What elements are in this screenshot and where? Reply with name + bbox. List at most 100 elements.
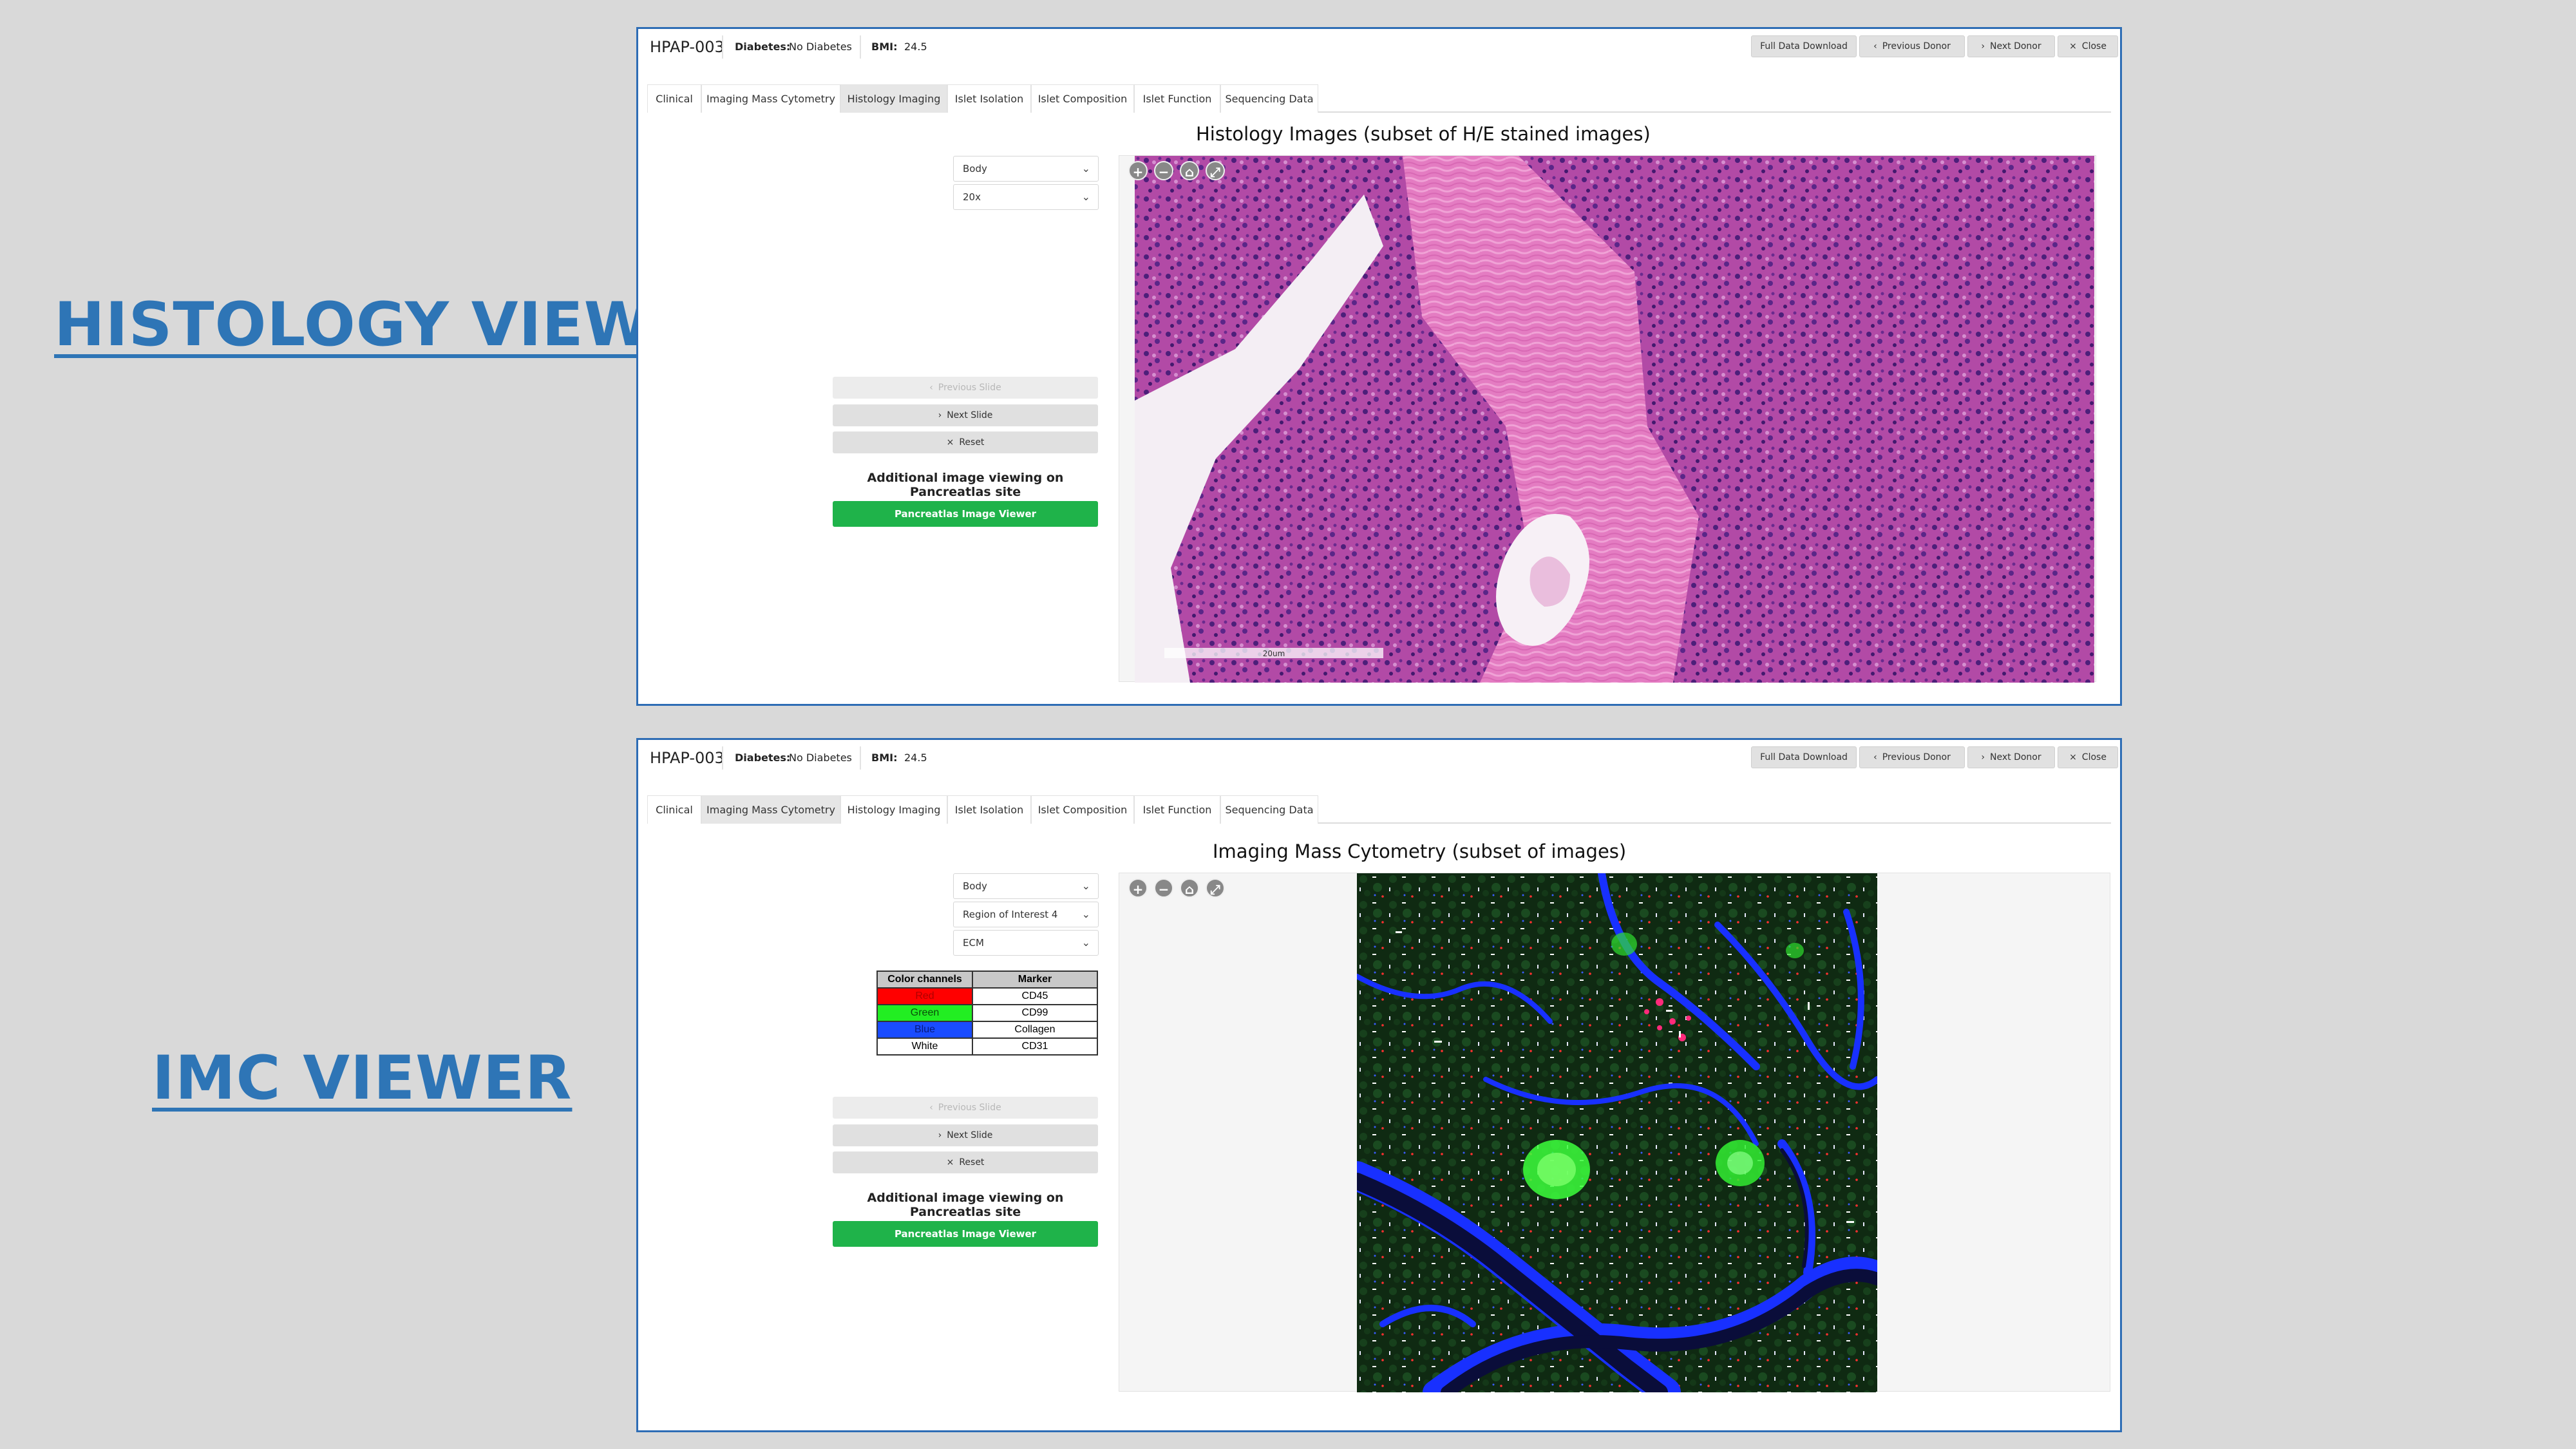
- divider: [722, 746, 723, 770]
- donor-header: HPAP-003 Diabetes: No Diabetes BMI: 24.5…: [638, 740, 2120, 785]
- next-donor-button[interactable]: › Next Donor: [1967, 35, 2055, 57]
- diabetes-label: Diabetes:: [735, 752, 791, 764]
- marker-cell: Collagen: [972, 1021, 1098, 1039]
- bmi-value: 24.5: [904, 41, 927, 53]
- tab-clinical[interactable]: Clinical: [647, 795, 701, 824]
- fullscreen-icon[interactable]: ⤢: [1206, 878, 1225, 898]
- table-row: White CD31: [876, 1037, 1098, 1056]
- previous-donor-label: Previous Donor: [1882, 41, 1951, 52]
- zoom-in-icon[interactable]: +: [1128, 878, 1148, 898]
- channel-cell-blue: Blue: [876, 1021, 973, 1039]
- previous-donor-label: Previous Donor: [1882, 752, 1951, 762]
- tab-sequencing-data[interactable]: Sequencing Data: [1220, 795, 1318, 824]
- zoom-controls: + − ⌂ ⤢: [1128, 878, 1225, 898]
- marker-cell: CD31: [972, 1037, 1098, 1056]
- zoom-select-value: 20x: [963, 191, 981, 203]
- zoom-controls: + − ⌂ ⤢: [1128, 161, 1225, 180]
- next-slide-button[interactable]: › Next Slide: [833, 404, 1098, 426]
- histology-title: Histology Images (subset of H/E stained …: [1196, 123, 1651, 145]
- region-select[interactable]: Body ⌄: [953, 156, 1099, 182]
- close-icon: ×: [2069, 752, 2077, 762]
- divider: [860, 35, 861, 59]
- previous-donor-button[interactable]: ‹ Previous Donor: [1859, 746, 1965, 768]
- panel-select-value: ECM: [963, 937, 984, 949]
- tab-islet-composition[interactable]: Islet Composition: [1031, 84, 1134, 113]
- histology-image-viewer[interactable]: 20um + − ⌂ ⤢: [1119, 155, 2096, 683]
- channel-cell-green: Green: [876, 1004, 973, 1022]
- additional-viewing-text: Additional image viewing on Pancreatlas …: [867, 471, 1064, 499]
- chevron-left-icon: ‹: [1873, 41, 1877, 52]
- chevron-down-icon: ⌄: [1081, 936, 1090, 949]
- zoom-out-icon[interactable]: −: [1154, 878, 1173, 898]
- donor-id: HPAP-003: [650, 749, 724, 767]
- tab-islet-composition[interactable]: Islet Composition: [1031, 795, 1134, 824]
- channel-cell-red: Red: [876, 987, 973, 1005]
- zoom-out-icon[interactable]: −: [1154, 161, 1173, 180]
- previous-donor-button[interactable]: ‹ Previous Donor: [1859, 35, 1965, 57]
- bmi-value: 24.5: [904, 752, 927, 764]
- fullscreen-icon[interactable]: ⤢: [1206, 161, 1225, 180]
- home-icon[interactable]: ⌂: [1180, 161, 1199, 180]
- tab-imaging-mass-cytometry[interactable]: Imaging Mass Cytometry: [701, 84, 840, 113]
- next-donor-button[interactable]: › Next Donor: [1967, 746, 2055, 768]
- tab-islet-isolation[interactable]: Islet Isolation: [947, 795, 1031, 824]
- panel-select[interactable]: ECM ⌄: [953, 930, 1099, 956]
- chevron-down-icon: ⌄: [1081, 908, 1090, 920]
- home-icon[interactable]: ⌂: [1180, 878, 1199, 898]
- roi-select[interactable]: Region of Interest 4 ⌄: [953, 902, 1099, 927]
- chevron-left-icon: ‹: [929, 1103, 933, 1113]
- pancreatlas-image-viewer-button[interactable]: Pancreatlas Image Viewer: [833, 1221, 1098, 1247]
- tab-histology-imaging[interactable]: Histology Imaging: [840, 795, 947, 824]
- pancreatlas-image-viewer-button[interactable]: Pancreatlas Image Viewer: [833, 501, 1098, 527]
- chevron-left-icon: ‹: [1873, 752, 1877, 762]
- previous-slide-label: Previous Slide: [938, 383, 1001, 393]
- imc-image-viewer[interactable]: + − ⌂ ⤢: [1119, 873, 2110, 1392]
- chevron-right-icon: ›: [1981, 752, 1985, 762]
- close-label: Close: [2081, 41, 2107, 52]
- tab-imaging-mass-cytometry[interactable]: Imaging Mass Cytometry: [701, 795, 840, 824]
- imc-title: Imaging Mass Cytometry (subset of images…: [1213, 840, 1627, 862]
- additional-viewing-text: Additional image viewing on Pancreatlas …: [867, 1191, 1064, 1219]
- zoom-in-icon[interactable]: +: [1128, 161, 1148, 180]
- reset-button[interactable]: × Reset: [833, 1151, 1098, 1173]
- full-data-download-button[interactable]: Full Data Download: [1751, 746, 1857, 768]
- scale-bar-label: 20um: [1263, 649, 1285, 658]
- histology-panel: HPAP-003 Diabetes: No Diabetes BMI: 24.5…: [636, 27, 2122, 706]
- next-slide-label: Next Slide: [947, 1130, 993, 1141]
- previous-slide-label: Previous Slide: [938, 1103, 1001, 1113]
- close-button[interactable]: × Close: [2058, 35, 2118, 57]
- previous-slide-button[interactable]: ‹ Previous Slide: [833, 1097, 1098, 1119]
- region-select[interactable]: Body ⌄: [953, 873, 1099, 899]
- close-button[interactable]: × Close: [2058, 746, 2118, 768]
- divider: [860, 746, 861, 770]
- divider: [722, 35, 723, 59]
- previous-slide-button[interactable]: ‹ Previous Slide: [833, 377, 1098, 399]
- next-slide-button[interactable]: › Next Slide: [833, 1124, 1098, 1146]
- roi-select-value: Region of Interest 4: [963, 909, 1058, 920]
- close-icon: ×: [946, 1157, 954, 1168]
- chevron-left-icon: ‹: [929, 383, 933, 393]
- tab-islet-function[interactable]: Islet Function: [1134, 84, 1220, 113]
- marker-cell: CD45: [972, 987, 1098, 1005]
- reset-label: Reset: [959, 1157, 985, 1168]
- diabetes-value: No Diabetes: [789, 41, 852, 53]
- donor-id: HPAP-003: [650, 38, 724, 56]
- zoom-select[interactable]: 20x ⌄: [953, 184, 1099, 210]
- region-select-value: Body: [963, 880, 987, 892]
- table-row: Blue Collagen: [876, 1021, 1098, 1039]
- tab-clinical[interactable]: Clinical: [647, 84, 701, 113]
- close-icon: ×: [2069, 41, 2077, 52]
- reset-button[interactable]: × Reset: [833, 431, 1098, 453]
- tab-islet-isolation[interactable]: Islet Isolation: [947, 84, 1031, 113]
- tab-histology-imaging[interactable]: Histology Imaging: [840, 84, 947, 113]
- full-data-download-button[interactable]: Full Data Download: [1751, 35, 1857, 57]
- download-label: Full Data Download: [1760, 752, 1848, 762]
- tab-sequencing-data[interactable]: Sequencing Data: [1220, 84, 1318, 113]
- tab-islet-function[interactable]: Islet Function: [1134, 795, 1220, 824]
- chevron-down-icon: ⌄: [1081, 162, 1090, 175]
- next-donor-label: Next Donor: [1990, 752, 2041, 762]
- table-row: Green CD99: [876, 1004, 1098, 1022]
- color-channel-table: Color channels Marker Red CD45 Green CD9…: [876, 971, 1098, 1056]
- close-icon: ×: [946, 437, 954, 448]
- chevron-right-icon: ›: [1981, 41, 1985, 52]
